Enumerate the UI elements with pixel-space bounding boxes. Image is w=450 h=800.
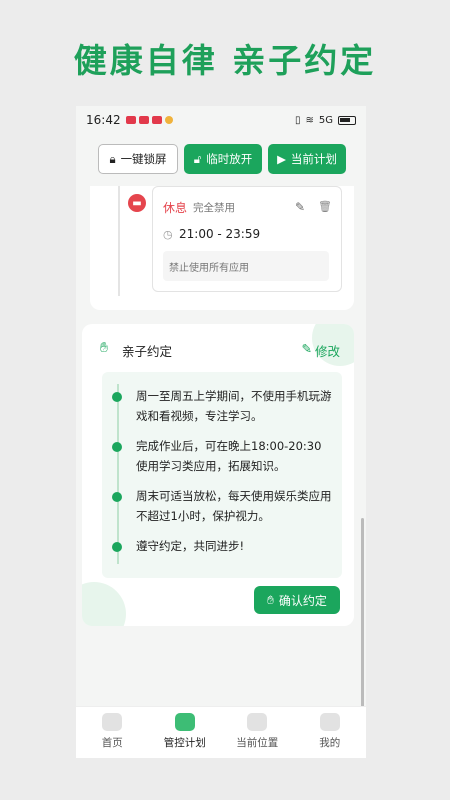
rule-item: 完成作业后，可在晚上18:00-20:30使用学习类应用，拓展知识。: [136, 439, 322, 473]
clock-icon: ◷: [163, 228, 173, 241]
rule-dot: [112, 442, 122, 452]
bed-icon: ▬: [128, 194, 146, 212]
slot-note: 禁止使用所有应用: [163, 251, 329, 281]
promo-headline: 健康自律 亲子约定: [73, 41, 377, 80]
rule-dot: [112, 492, 122, 502]
schedule-card: ▬ 休息 完全禁用 ✎ 🗑︎ ◷ 21:00 - 23:59 禁止使用所有应用: [90, 186, 354, 310]
current-plan-button[interactable]: ▶ 当前计划: [268, 144, 346, 174]
network-label: 5G: [318, 114, 333, 126]
tab-label: 我的: [319, 737, 341, 749]
hand-icon: ✋︎: [267, 592, 274, 607]
profile-icon: [319, 713, 340, 731]
edit-agreement-button[interactable]: ✎ 修改: [302, 341, 341, 360]
tab-location[interactable]: 当前位置: [221, 707, 294, 758]
tab-profile[interactable]: 我的: [294, 707, 367, 758]
pencil-icon: ✎: [301, 341, 312, 356]
handshake-icon: ✋︎: [100, 340, 108, 356]
rules-timeline: [117, 384, 119, 564]
status-bar: 16:42 ▯ ≋ 5G: [76, 106, 366, 134]
temporary-open-button[interactable]: 🔓︎ 临时放开: [184, 144, 262, 174]
vibrate-icon: ▯: [294, 114, 301, 126]
lock-screen-label: 一键锁屏: [120, 152, 167, 166]
tab-home[interactable]: 首页: [76, 707, 149, 758]
slot-time-range: 21:00 - 23:59: [179, 227, 261, 241]
lock-icon: 🔒︎: [109, 151, 116, 166]
unlock-icon: 🔓︎: [193, 151, 202, 166]
home-icon: [102, 713, 123, 731]
edit-label: 修改: [314, 344, 340, 359]
wifi-icon: ≋: [305, 114, 314, 126]
temporary-open-label: 临时放开: [206, 152, 253, 166]
toolbar: 🔒︎ 一键锁屏 🔓︎ 临时放开 ▶ 当前计划: [76, 144, 366, 174]
timeline-line: [118, 186, 120, 296]
tab-label: 当前位置: [236, 737, 279, 749]
scrollbar[interactable]: [361, 518, 364, 708]
notification-icon: [151, 116, 162, 124]
location-icon: [247, 713, 268, 731]
agreement-title: 亲子约定: [122, 344, 173, 359]
bottom-tab-bar: 首页 管控计划 当前位置 我的: [76, 706, 366, 758]
notification-icon: [138, 116, 149, 124]
agreement-card: ✋︎ 亲子约定 ✎ 修改 周一至周五上学期间，不使用手机玩游戏和看视频，专注学习…: [82, 324, 354, 626]
battery-icon: [338, 115, 356, 125]
rule-dot: [112, 542, 122, 552]
slot-title: 休息: [163, 201, 188, 215]
phone-screen: 16:42 ▯ ≋ 5G 🔒︎ 一键锁屏 🔓︎ 临时放开 ▶ 当前计划 ▬ 休息: [76, 106, 366, 758]
edit-icon[interactable]: ✎: [295, 200, 305, 214]
notification-icon: [164, 116, 173, 124]
rule-dot: [112, 392, 122, 402]
plan-icon: [174, 713, 195, 731]
tab-label: 首页: [101, 737, 123, 749]
rules-list: 周一至周五上学期间，不使用手机玩游戏和看视频，专注学习。 完成作业后，可在晚上1…: [102, 372, 342, 578]
slot-tag: 完全禁用: [193, 202, 235, 214]
current-plan-label: 当前计划: [290, 152, 337, 166]
tab-plan[interactable]: 管控计划: [149, 707, 222, 758]
confirm-label: 确认约定: [278, 593, 327, 608]
trash-icon[interactable]: 🗑︎: [318, 200, 332, 213]
rule-item: 周一至周五上学期间，不使用手机玩游戏和看视频，专注学习。: [136, 389, 332, 423]
decoration-circle: [82, 582, 126, 626]
status-icons: ▯ ≋ 5G: [295, 115, 356, 126]
tab-label: 管控计划: [163, 737, 206, 749]
play-icon: ▶: [277, 152, 286, 166]
confirm-agreement-button[interactable]: ✋︎ 确认约定: [254, 586, 340, 614]
lock-screen-button[interactable]: 🔒︎ 一键锁屏: [98, 144, 178, 174]
notification-icon: [125, 116, 136, 124]
rule-item: 周末可适当放松，每天使用娱乐类应用不超过1小时，保护视力。: [136, 489, 332, 523]
status-time: 16:42: [86, 113, 121, 127]
rule-item: 遵守约定，共同进步!: [136, 539, 245, 553]
schedule-slot[interactable]: 休息 完全禁用 ✎ 🗑︎ ◷ 21:00 - 23:59 禁止使用所有应用: [152, 186, 342, 292]
